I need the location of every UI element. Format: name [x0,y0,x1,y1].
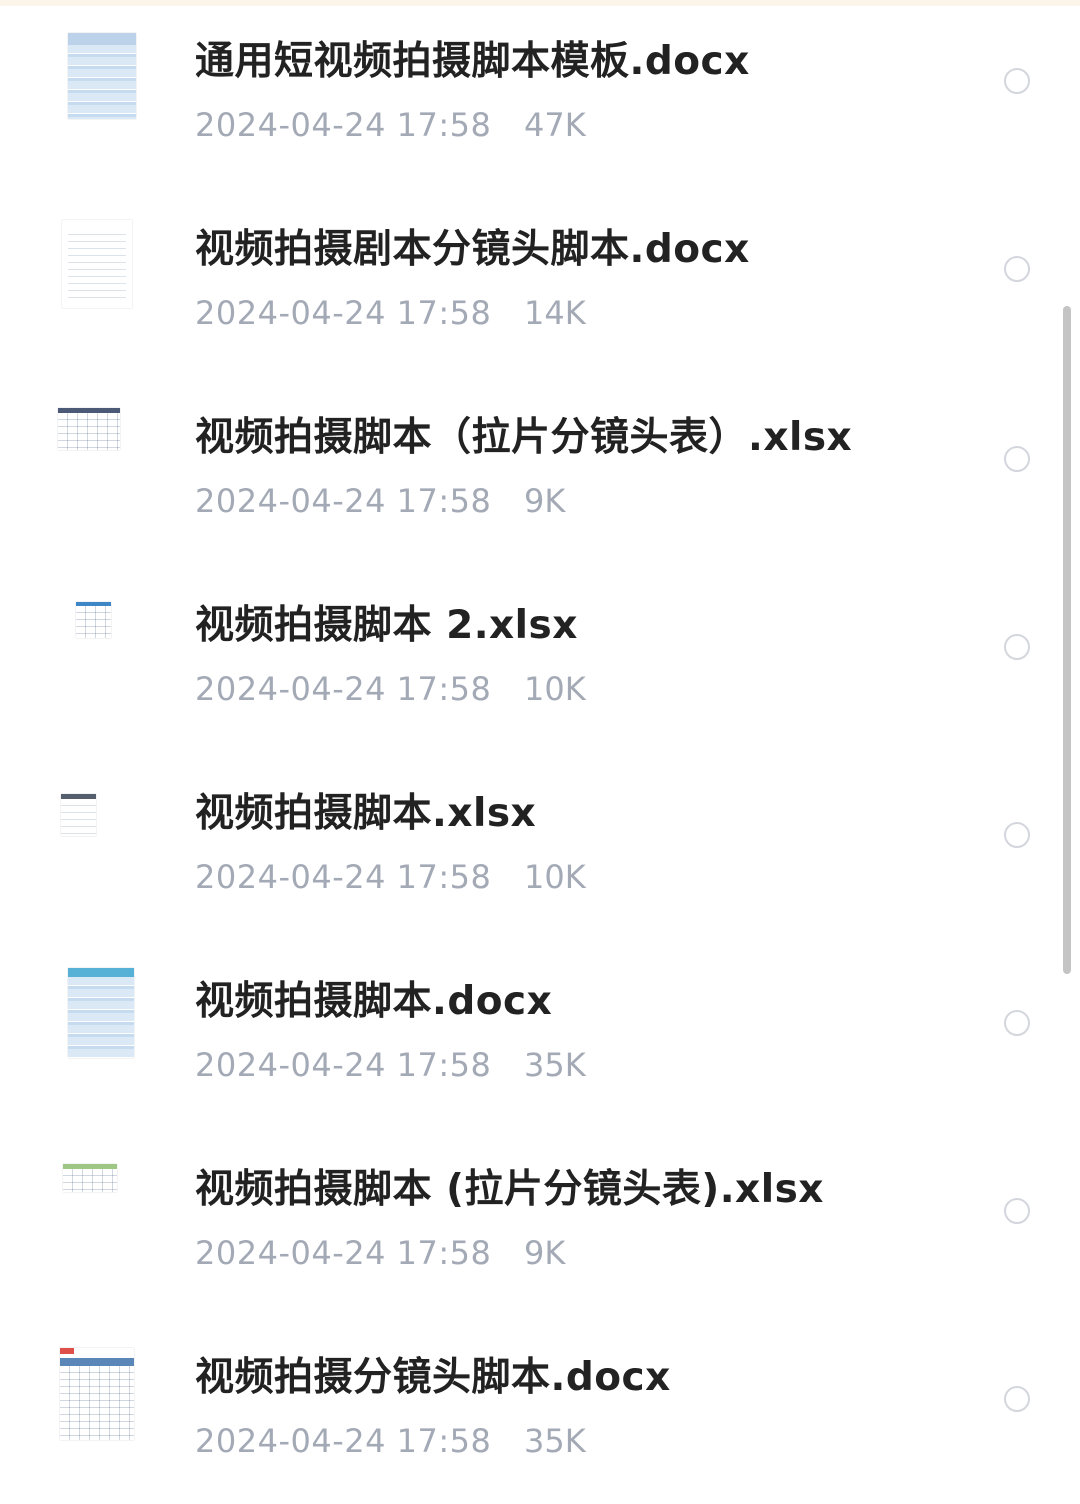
file-row[interactable]: 通用短视频拍摄脚本模板.docx 2024-04-24 17:58 47K [0,0,1080,188]
file-size: 10K [524,858,586,896]
docx-blue-table-thumbnail-icon [68,33,136,119]
file-name: 通用短视频拍摄脚本模板.docx [195,39,750,84]
file-date: 2024-04-24 17:58 [195,1234,492,1272]
file-name: 视频拍摄脚本（拉片分镜头表）.xlsx [195,415,853,460]
select-radio[interactable] [1004,256,1030,282]
select-radio[interactable] [1004,1198,1030,1224]
file-name: 视频拍摄脚本 (拉片分镜头表).xlsx [195,1167,824,1212]
file-size: 35K [524,1046,586,1084]
scrollbar[interactable] [1063,306,1071,974]
file-name: 视频拍摄脚本.docx [195,979,553,1024]
file-size: 9K [524,482,566,520]
file-date: 2024-04-24 17:58 [195,858,492,896]
select-radio[interactable] [1004,634,1030,660]
file-row[interactable]: 视频拍摄脚本.xlsx 2024-04-24 17:58 10K [0,752,1080,940]
docx-table-thumbnail-icon [60,1348,134,1440]
xlsx-grid-thumbnail-icon [58,408,120,450]
xlsx-green-header-thumbnail-icon [63,1164,117,1192]
file-size: 14K [524,294,586,332]
file-date: 2024-04-24 17:58 [195,294,492,332]
file-list: 通用短视频拍摄脚本模板.docx 2024-04-24 17:58 47K 视频… [0,0,1080,1460]
docx-blue-table-thumbnail-icon [68,968,134,1058]
file-row[interactable]: 视频拍摄脚本.docx 2024-04-24 17:58 35K [0,940,1080,1128]
select-radio[interactable] [1004,68,1030,94]
file-size: 47K [524,106,586,144]
file-name: 视频拍摄脚本.xlsx [195,791,537,836]
select-radio[interactable] [1004,1386,1030,1412]
file-name: 视频拍摄剧本分镜头脚本.docx [195,227,750,272]
xlsx-grid-thumbnail-icon [76,602,111,638]
file-date: 2024-04-24 17:58 [195,1422,492,1460]
xlsx-grid-thumbnail-icon [61,794,96,836]
file-size: 10K [524,670,586,708]
file-date: 2024-04-24 17:58 [195,482,492,520]
file-row[interactable]: 视频拍摄分镜头脚本.docx 2024-04-24 17:58 35K [0,1316,1080,1504]
select-radio[interactable] [1004,1010,1030,1036]
select-radio[interactable] [1004,822,1030,848]
file-size: 35K [524,1422,586,1460]
file-date: 2024-04-24 17:58 [195,670,492,708]
file-row[interactable]: 视频拍摄脚本（拉片分镜头表）.xlsx 2024-04-24 17:58 9K [0,376,1080,564]
file-name: 视频拍摄脚本 2.xlsx [195,603,578,648]
file-date: 2024-04-24 17:58 [195,106,492,144]
file-row[interactable]: 视频拍摄剧本分镜头脚本.docx 2024-04-24 17:58 14K [0,188,1080,376]
file-name: 视频拍摄分镜头脚本.docx [195,1355,671,1400]
file-date: 2024-04-24 17:58 [195,1046,492,1084]
docx-text-thumbnail-icon [62,220,132,308]
file-size: 9K [524,1234,566,1272]
file-row[interactable]: 视频拍摄脚本 2.xlsx 2024-04-24 17:58 10K [0,564,1080,752]
file-row[interactable]: 视频拍摄脚本 (拉片分镜头表).xlsx 2024-04-24 17:58 9K [0,1128,1080,1316]
select-radio[interactable] [1004,446,1030,472]
